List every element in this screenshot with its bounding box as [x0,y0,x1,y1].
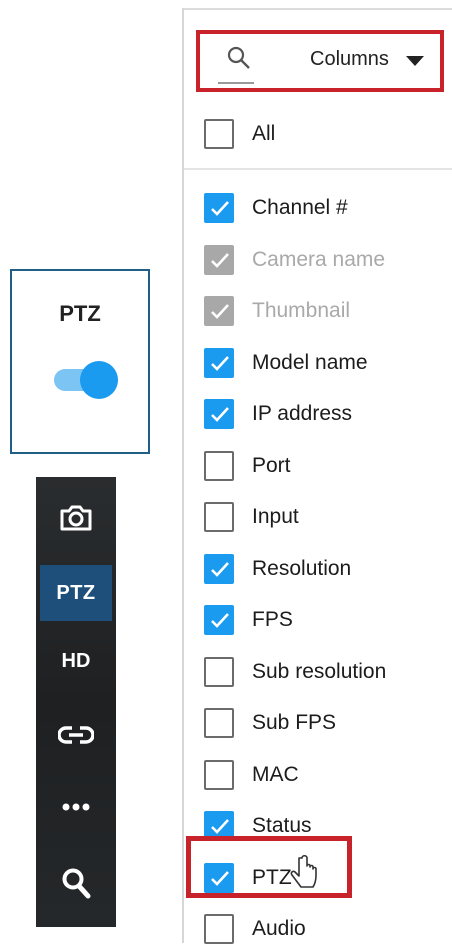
column-checkbox[interactable] [204,450,234,481]
column-label: Port [252,453,291,477]
column-option[interactable]: Sub FPS [184,701,452,745]
column-checkbox [204,296,234,326]
column-search-bar[interactable]: Columns [196,30,444,92]
checkmark-icon [211,252,229,268]
link-icon [58,726,94,744]
column-checkbox[interactable] [204,759,234,790]
column-checkbox[interactable] [204,399,234,429]
column-label: Status [252,814,312,837]
checkmark-icon [211,355,229,371]
ptz-card-title: PTZ [59,301,101,326]
checkmark-icon [211,201,229,216]
columns-panel: Columns All Channel # Camera name Thumbnai… [182,8,452,944]
more-button[interactable] [36,789,116,825]
column-label: Input [252,505,299,528]
ptz-toggle-card: PTZ [10,269,150,454]
search-underline [218,82,254,84]
column-label: Audio [252,917,306,940]
divider [184,8,452,10]
column-label: Sub FPS [252,711,337,734]
hand-cursor-icon [290,854,317,888]
checkmark-icon [211,819,229,834]
column-checkbox[interactable] [204,193,234,223]
column-option[interactable]: Port [184,444,452,488]
column-option-all[interactable]: All [184,112,452,156]
column-option[interactable]: FPS [184,598,452,642]
column-option[interactable]: Model name [184,341,452,385]
checkmark-icon [211,304,229,319]
divider [184,168,452,170]
column-option[interactable]: Audio [184,907,452,951]
column-checkbox[interactable] [204,553,234,584]
column-checkbox[interactable] [204,708,234,738]
ptz-toolbar-button[interactable]: PTZ [40,565,112,621]
column-checkbox [204,244,234,275]
search-icon [227,46,250,69]
search-icon [62,868,91,899]
checkmark-icon [211,561,229,577]
all-label: All [252,122,276,145]
column-label: FPS [252,608,293,631]
column-label: Thumbnail [252,299,351,322]
checkmark-icon [211,613,229,628]
column-option[interactable]: Thumbnail [184,289,452,333]
column-label: Sub resolution [252,659,387,683]
column-option[interactable]: MAC [184,753,452,797]
column-checkbox[interactable] [204,502,234,532]
ptz-row-highlight [186,836,352,898]
column-option[interactable]: IP address [184,392,452,436]
columns-dropdown-label[interactable]: Columns [310,48,389,71]
column-label: Model name [252,350,368,374]
column-checkbox[interactable] [204,347,234,378]
column-option[interactable]: Sub resolution [184,650,452,694]
snapshot-button[interactable] [36,495,116,539]
hd-toolbar-button[interactable]: HD [36,641,116,681]
column-checkbox[interactable] [204,605,234,635]
toggle-knob [80,361,118,399]
column-option[interactable]: Channel # [184,186,452,230]
column-checkbox[interactable] [204,656,234,687]
column-checkbox[interactable] [204,914,234,944]
ptz-toggle-switch[interactable] [54,361,118,399]
column-label: Resolution [252,556,352,580]
more-icon [62,803,90,811]
search-toolbar-button[interactable] [36,861,116,905]
column-label: Channel # [252,196,348,219]
camera-icon [60,505,92,531]
link-button[interactable] [36,715,116,755]
all-checkbox[interactable] [204,119,234,149]
column-label: MAC [252,762,299,786]
checkmark-icon [211,407,229,422]
column-label: Camera name [252,247,386,271]
column-option[interactable]: Camera name [184,238,452,282]
column-option[interactable]: Resolution [184,547,452,591]
column-option[interactable]: Input [184,495,452,539]
chevron-down-icon[interactable] [406,56,424,66]
camera-toolbar: PTZ HD [36,477,116,927]
column-label: IP address [252,402,353,425]
